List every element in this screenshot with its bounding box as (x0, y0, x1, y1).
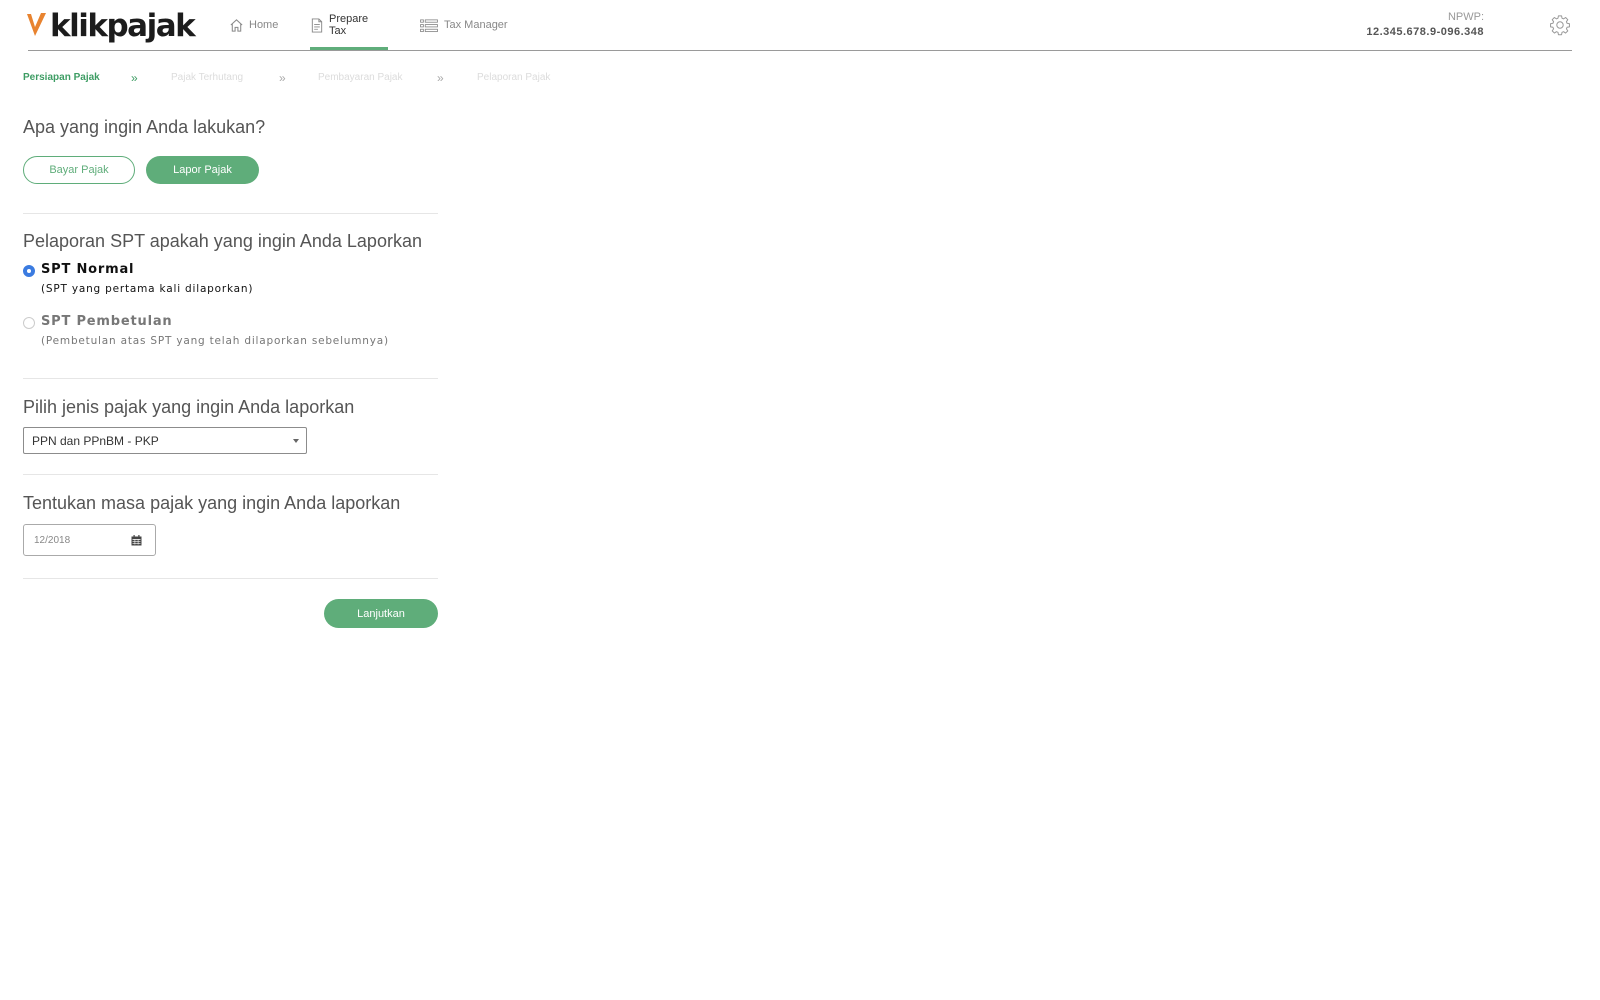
nav-home[interactable]: Home (229, 0, 278, 50)
list-icon (420, 18, 438, 32)
top-header: klikpajak Home Prepare Tax Tax Manager N… (0, 0, 1600, 52)
tax-type-select[interactable]: PPN dan PPnBM - PKP (23, 427, 307, 454)
spt-pembetulan-radio[interactable] (23, 317, 35, 329)
npwp-value: 12.345.678.9-096.348 (1366, 26, 1484, 38)
logo-text: klikpajak (50, 8, 196, 44)
nav-prepare-tax[interactable]: Prepare Tax (310, 0, 388, 50)
spt-normal-description: (SPT yang pertama kali dilaporkan) (41, 283, 254, 295)
npwp-info: NPWP: 12.345.678.9-096.348 (1366, 10, 1484, 40)
tax-type-selected-value: PPN dan PPnBM - PKP (32, 433, 159, 448)
section-divider (23, 578, 438, 579)
continue-button[interactable]: Lanjutkan (324, 599, 438, 628)
calendar-icon[interactable] (131, 535, 142, 546)
nav-tax-manager-label: Tax Manager (444, 19, 508, 31)
checkmark-logo-icon (27, 13, 46, 36)
spt-normal-label[interactable]: SPT Normal (41, 262, 134, 277)
tax-period-input[interactable]: 12/2018 (23, 524, 156, 556)
nav-home-label: Home (249, 19, 279, 31)
spt-normal-radio[interactable] (23, 265, 35, 277)
step-persiapan-pajak[interactable]: Persiapan Pajak (23, 72, 100, 83)
double-chevron-right-icon: » (437, 71, 444, 85)
nav-tax-manager[interactable]: Tax Manager (419, 0, 508, 50)
double-chevron-right-icon: » (131, 71, 138, 85)
header-divider (28, 50, 1572, 51)
lapor-pajak-button[interactable]: Lapor Pajak (146, 156, 259, 184)
document-icon (311, 17, 323, 33)
tax-type-question-title: Pilih jenis pajak yang ingin Anda lapork… (23, 397, 355, 417)
step-pelaporan-pajak[interactable]: Pelaporan Pajak (477, 72, 550, 83)
spt-pembetulan-label[interactable]: SPT Pembetulan (41, 314, 172, 329)
home-icon (230, 18, 243, 32)
caret-down-icon (293, 439, 299, 443)
step-pajak-terhutang[interactable]: Pajak Terhutang (171, 72, 243, 83)
npwp-label: NPWP: (1447, 11, 1484, 23)
section-divider (23, 474, 438, 475)
tax-period-value: 12/2018 (34, 534, 71, 546)
double-chevron-right-icon: » (279, 71, 286, 85)
bayar-pajak-button[interactable]: Bayar Pajak (23, 156, 135, 184)
nav-prepare-tax-label: Prepare Tax (328, 13, 369, 37)
spt-question-title: Pelaporan SPT apakah yang ingin Anda Lap… (23, 231, 422, 251)
section-divider (23, 213, 438, 214)
section-divider (23, 378, 438, 379)
step-pembayaran-pajak[interactable]: Pembayaran Pajak (318, 72, 403, 83)
spt-pembetulan-description: (Pembetulan atas SPT yang telah dilapork… (41, 335, 389, 347)
klikpajak-logo[interactable]: klikpajak (26, 6, 196, 46)
gear-icon[interactable] (1549, 14, 1571, 36)
period-question-title: Tentukan masa pajak yang ingin Anda lapo… (23, 493, 401, 513)
action-question-title: Apa yang ingin Anda lakukan? (23, 117, 266, 137)
